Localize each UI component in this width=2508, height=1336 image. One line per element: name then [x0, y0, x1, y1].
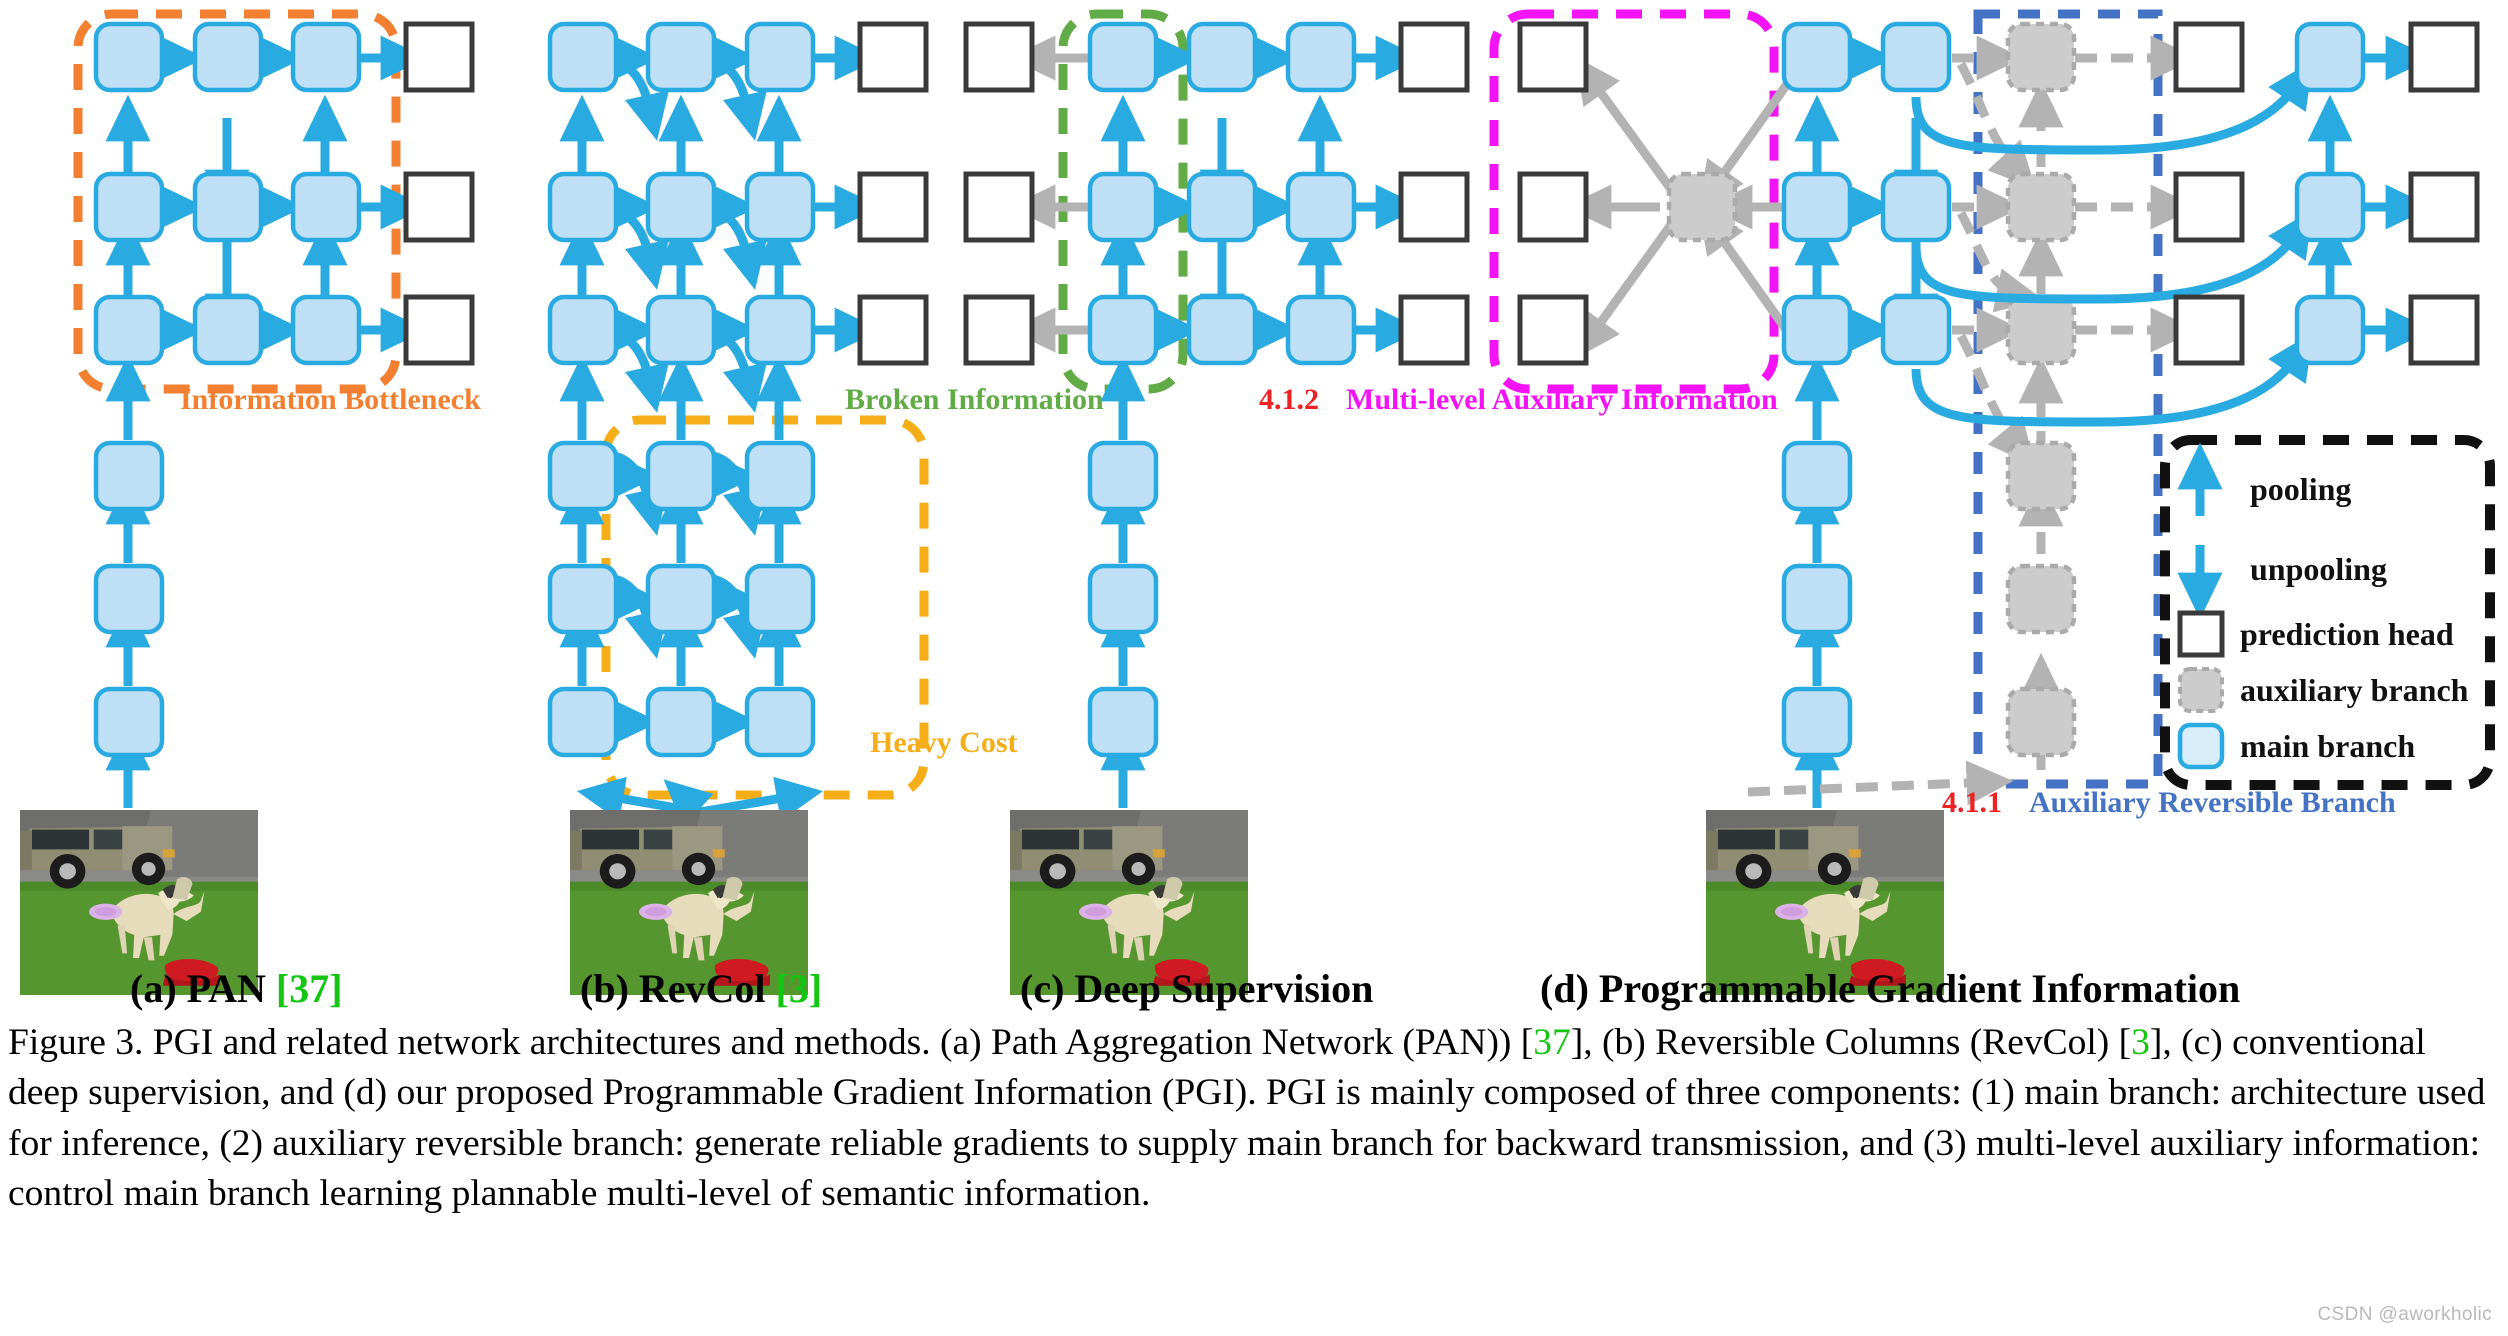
- panel-label-a-text: (a) PAN: [130, 966, 276, 1011]
- architecture-diagram: pooling unpooling prediction head auxili…: [20, 9, 2495, 995]
- figure-caption: Figure 3. PGI and related network archit…: [8, 1018, 2500, 1219]
- auxiliary-fusion-block: [1666, 171, 1738, 243]
- legend-box: pooling unpooling prediction head auxili…: [2160, 435, 2495, 790]
- auxiliary-branch-blocks: [2005, 21, 2077, 758]
- heavy-cost-label: Heavy Cost: [870, 726, 1018, 759]
- auxiliary-reversible-section-number: 4.1.1: [1942, 786, 2002, 819]
- panel-label-c: (c) Deep Supervision: [1020, 965, 1373, 1012]
- panel-label-b-text: (b) RevCol: [580, 966, 776, 1011]
- white-square-icon: [2177, 610, 2225, 658]
- legend-label-main-branch: main branch: [2240, 728, 2415, 764]
- prediction-heads-c-left: [963, 21, 1035, 366]
- panel-c-deep-supervision: [963, 9, 1470, 995]
- legend-label-unpooling: unpooling: [2250, 551, 2387, 587]
- caption-citation: 37: [1533, 1022, 1571, 1063]
- gray-rounded-square-icon: [2178, 667, 2224, 713]
- prediction-heads-d-mid: [2173, 21, 2245, 366]
- legend-label-prediction-head: prediction head: [2240, 616, 2454, 652]
- multi-level-auxiliary-information-label: Multi-level Auxiliary Information: [1346, 383, 1778, 416]
- panel-label-c-text: (c) Deep Supervision: [1020, 966, 1374, 1011]
- panel-a-pan: [20, 9, 475, 995]
- panel-label-b-citation: [3]: [775, 966, 823, 1011]
- figure-3-pgi-architectures: pooling unpooling prediction head auxili…: [0, 0, 2508, 1336]
- prediction-heads-d-left: [1517, 21, 1589, 366]
- prediction-heads-b: [857, 21, 929, 366]
- prediction-heads-d-right: [2408, 21, 2480, 366]
- panel-b-revcol: [547, 21, 929, 995]
- caption-citation: 3: [2131, 1022, 2150, 1063]
- panel-label-a-citation: [37]: [275, 966, 343, 1011]
- panel-label-b: (b) RevCol [3]: [580, 965, 822, 1012]
- legend-label-pooling: pooling: [2250, 471, 2351, 507]
- broken-information-label: Broken Information: [845, 383, 1104, 416]
- panel-label-a: (a) PAN [37]: [130, 965, 343, 1012]
- information-bottleneck-label: Information Bottleneck: [180, 383, 481, 416]
- panel-label-d: (d) Programmable Gradient Information: [1540, 965, 2240, 1012]
- auxiliary-reversible-branch-label: Auxiliary Reversible Branch: [2029, 786, 2396, 819]
- caption-text: ], (b) Reversible Columns (RevCol) [: [1570, 1022, 2132, 1063]
- panel-label-d-text: (d) Programmable Gradient Information: [1540, 966, 2241, 1011]
- multi-level-auxiliary-section-number: 4.1.2: [1259, 383, 1319, 416]
- caption-text: Figure 3. PGI and related network archit…: [8, 1022, 1534, 1063]
- prediction-heads-a: [403, 21, 475, 366]
- legend-label-auxiliary-branch: auxiliary branch: [2240, 672, 2469, 708]
- watermark: CSDN @aworkholic: [2317, 1304, 2492, 1325]
- prediction-heads-c-right: [1398, 21, 1470, 366]
- auxiliary-reversible-region: [1973, 9, 2163, 789]
- blue-rounded-square-icon: [2177, 722, 2225, 770]
